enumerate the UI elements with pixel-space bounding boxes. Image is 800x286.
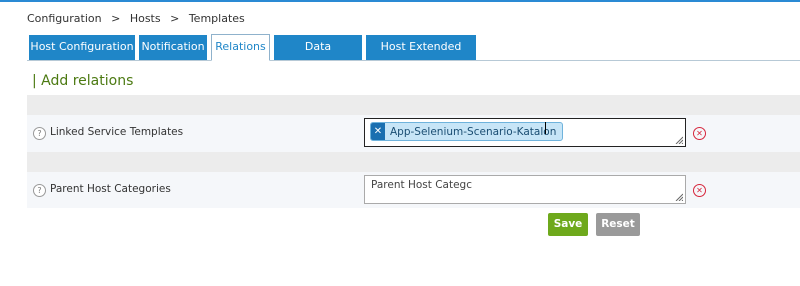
linked-templates-label: Linked Service Templates xyxy=(50,126,184,138)
parent-categories-label: Parent Host Categories xyxy=(50,183,171,195)
remove-field-icon[interactable]: ✕ xyxy=(693,184,706,197)
reset-button[interactable]: Reset xyxy=(596,213,640,236)
tab-host-configuration[interactable]: Host Configuration xyxy=(29,35,135,60)
breadcrumb-configuration[interactable]: Configuration xyxy=(27,12,102,25)
breadcrumb-separator: > xyxy=(170,12,180,25)
resize-handle-icon[interactable] xyxy=(675,136,683,144)
linked-templates-input[interactable]: ✕ App-Selenium-Scenario-Katalon xyxy=(364,118,686,147)
breadcrumb-separator: > xyxy=(111,12,121,25)
help-icon[interactable]: ? xyxy=(33,184,46,197)
section-separator xyxy=(27,95,800,115)
breadcrumb-templates[interactable]: Templates xyxy=(189,12,245,25)
tab-data-processing[interactable]: Data Processing xyxy=(274,35,362,77)
remove-field-icon[interactable]: ✕ xyxy=(693,127,706,140)
selected-template-chip: ✕ App-Selenium-Scenario-Katalon xyxy=(370,122,564,141)
breadcrumb: Configuration > Hosts > Templates xyxy=(27,12,251,25)
tab-relations[interactable]: Relations xyxy=(211,34,270,61)
help-icon[interactable]: ? xyxy=(33,127,46,140)
section-title: | Add relations xyxy=(32,73,134,89)
chip-label: App-Selenium-Scenario-Katalon xyxy=(390,125,557,138)
tab-host-extended-infos[interactable]: Host Extended Infos xyxy=(366,35,476,77)
top-accent-line xyxy=(0,0,800,2)
section-separator xyxy=(27,152,800,172)
resize-handle-icon[interactable] xyxy=(675,193,683,201)
save-button[interactable]: Save xyxy=(548,213,588,236)
tab-notification[interactable]: Notification xyxy=(139,35,207,60)
remove-chip-icon[interactable]: ✕ xyxy=(371,123,385,140)
parent-categories-input[interactable]: Parent Host Categc xyxy=(364,175,686,204)
breadcrumb-hosts[interactable]: Hosts xyxy=(130,12,161,25)
parent-categories-placeholder: Parent Host Categc xyxy=(371,179,472,191)
text-caret xyxy=(545,122,546,134)
